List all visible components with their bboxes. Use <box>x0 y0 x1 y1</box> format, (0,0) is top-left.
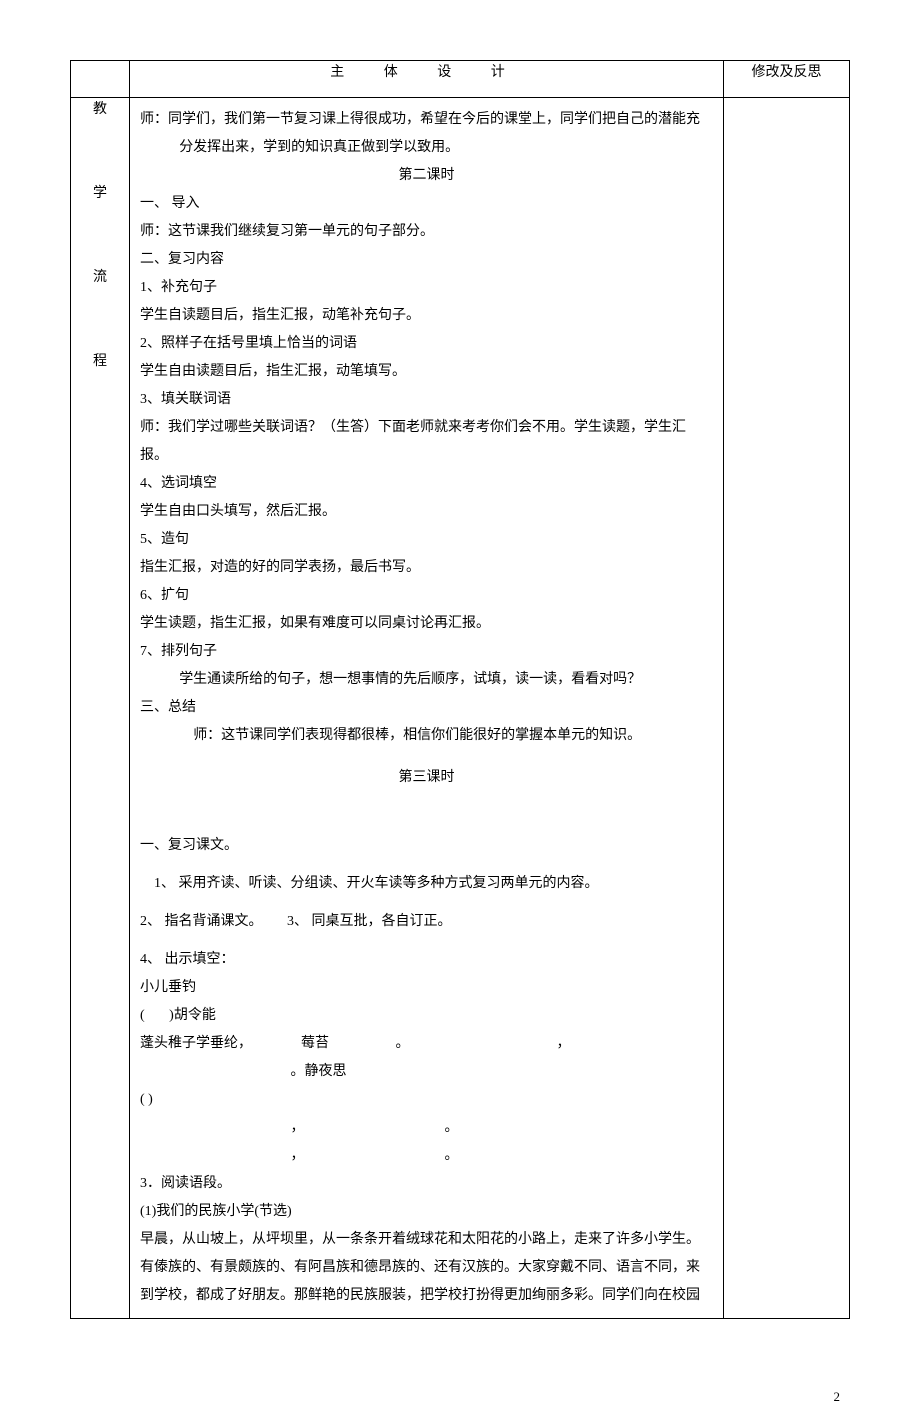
lesson2-title: 第二课时 <box>140 162 713 190</box>
header-title-cell: 主 体 设 计 <box>130 61 724 98</box>
poem2-title: 静夜思 <box>305 1064 347 1079</box>
l3-i2a: 2、 指名背诵课文。 <box>140 914 263 929</box>
lesson-table: 主 体 设 计 修改及反思 教 学 流 程 师：同学们，我们第一节复习课上得很成… <box>70 60 850 1319</box>
l2-s3-h: 三、总结 <box>140 694 713 722</box>
left-char-3: 流 <box>71 266 129 286</box>
l2-i4-h: 4、选词填空 <box>140 470 713 498</box>
poem1-author-pre: ( <box>140 1008 145 1023</box>
header-right-label: 修改及反思 <box>752 65 822 80</box>
l2-i1-p: 学生自读题目后，指生汇报，动笔补充句子。 <box>140 302 713 330</box>
l3-i2b: 3、 同桌互批，各自订正。 <box>287 914 452 929</box>
l2-i2-p: 学生自由读题目后，指生汇报，动笔填写。 <box>140 358 713 386</box>
table-header-row: 主 体 设 计 修改及反思 <box>71 61 850 98</box>
l2-s2-h: 二、复习内容 <box>140 246 713 274</box>
l2-i5-h: 5、造句 <box>140 526 713 554</box>
poem1-title: 小儿垂钓 <box>140 974 713 1002</box>
poem2-line2: ， 。 <box>140 1142 713 1170</box>
l2-i7-p: 学生通读所给的句子，想一想事情的先后顺序，试填，读一读，看看对吗？ <box>140 666 713 694</box>
lesson3-title: 第三课时 <box>140 764 713 792</box>
l2-s1-p: 师：这节课我们继续复习第一单元的句子部分。 <box>140 218 713 246</box>
l3-s1-h: 一、复习课文。 <box>140 832 713 860</box>
l3-s3-sub: (1)我们的民族小学(节选) <box>140 1198 713 1226</box>
l3-i2-line: 2、 指名背诵课文。 3、 同桌互批，各自订正。 <box>140 908 713 936</box>
spacer-4 <box>140 898 713 908</box>
l3-s3-p2: 有傣族的、有景颇族的、有阿昌族和德昂族的、还有汉族的。大家穿戴不同、语言不同，来 <box>140 1254 713 1282</box>
header-left-blank <box>71 61 130 98</box>
main-content: 师：同学们，我们第一节复习课上得很成功，希望在今后的课堂上，同学们把自己的潜能充… <box>130 98 723 1318</box>
poem1-line2: 。静夜思 <box>140 1058 713 1086</box>
poem1-author-post: )胡令能 <box>169 1008 216 1023</box>
l2-i7-h: 7、排列句子 <box>140 638 713 666</box>
poem2-author: ( ) <box>140 1086 713 1114</box>
left-char-2: 学 <box>71 182 129 202</box>
l2-i6-p: 学生读题，指生汇报，如果有难度可以同桌讨论再汇报。 <box>140 610 713 638</box>
main-content-cell: 师：同学们，我们第一节复习课上得很成功，希望在今后的课堂上，同学们把自己的潜能充… <box>130 98 724 1319</box>
l3-i4-h: 4、 出示填空： <box>140 946 713 974</box>
page-number: 2 <box>0 1359 920 1405</box>
poem2-line1: ， 。 <box>140 1114 713 1142</box>
table-body-row: 教 学 流 程 师：同学们，我们第一节复习课上得很成功，希望在今后的课堂上，同学… <box>71 98 850 1319</box>
poem1-l1a: 蓬头稚子学垂纶， <box>140 1036 252 1051</box>
poem1-line1: 蓬头稚子学垂纶， 莓苔 。 ， <box>140 1030 713 1058</box>
spacer-3 <box>140 860 713 870</box>
left-vertical-cell: 教 学 流 程 <box>71 98 130 1319</box>
l3-i1: 1、 采用齐读、听读、分组读、开火车读等多种方式复习两单元的内容。 <box>140 870 713 898</box>
l2-i2-h: 2、照样子在括号里填上恰当的词语 <box>140 330 713 358</box>
poem1-author: ( )胡令能 <box>140 1002 713 1030</box>
right-notes-cell <box>724 98 850 1319</box>
l2-i5-p: 指生汇报，对造的好的同学表扬，最后书写。 <box>140 554 713 582</box>
l2-i1-h: 1、补充句子 <box>140 274 713 302</box>
left-char-1: 教 <box>71 98 129 118</box>
l3-s3-p1: 早晨，从山坡上，从坪坝里，从一条条开着绒球花和太阳花的小路上，走来了许多小学生。 <box>140 1226 713 1254</box>
spacer-1 <box>140 750 713 764</box>
header-title: 主 体 设 计 <box>330 65 523 80</box>
spacer-5 <box>140 936 713 946</box>
poem1-l1b: 莓苔 <box>301 1036 329 1051</box>
intro-line1b: 分发挥出来，学到的知识真正做到学以致用。 <box>140 134 713 162</box>
intro-line1: 师：同学们，我们第一节复习课上得很成功，希望在今后的课堂上，同学们把自己的潜能充 <box>140 106 713 134</box>
header-right-cell: 修改及反思 <box>724 61 850 98</box>
l2-i3-h: 3、填关联词语 <box>140 386 713 414</box>
l3-s3-h: 3．阅读语段。 <box>140 1170 713 1198</box>
l2-s3-p: 师：这节课同学们表现得都很棒，相信你们能很好的掌握本单元的知识。 <box>140 722 713 750</box>
spacer-2 <box>140 792 713 832</box>
l2-i3-p: 师：我们学过哪些关联词语？（生答）下面老师就来考考你们会不用。学生读题，学生汇报… <box>140 414 713 470</box>
l3-s3-p3: 到学校，都成了好朋友。那鲜艳的民族服装，把学校打扮得更加绚丽多彩。同学们向在校园 <box>140 1282 713 1310</box>
left-char-4: 程 <box>71 350 129 370</box>
l2-i6-h: 6、扩句 <box>140 582 713 610</box>
l2-s1-h: 一、 导入 <box>140 190 713 218</box>
l2-i4-p: 学生自由口头填写，然后汇报。 <box>140 498 713 526</box>
